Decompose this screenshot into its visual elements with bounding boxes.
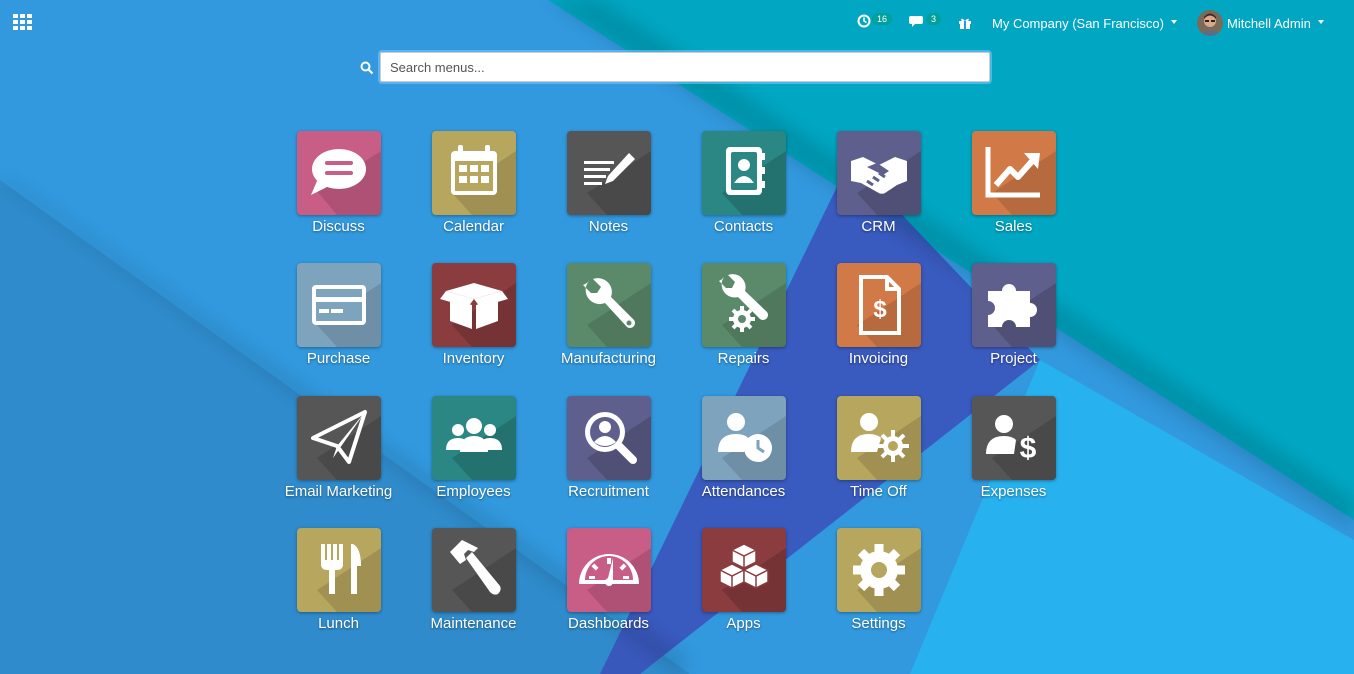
app-label: Expenses <box>980 483 1047 500</box>
app-apps[interactable]: Apps <box>676 528 811 653</box>
app-maintenance[interactable]: Maintenance <box>406 528 541 653</box>
app-expenses[interactable]: $ Expenses <box>946 396 1081 521</box>
app-lunch[interactable]: Lunch <box>271 528 406 653</box>
chart-line-icon <box>972 131 1056 215</box>
top-navbar: 16 3 My Company (San Francisco) Mitchell… <box>0 0 1354 46</box>
app-email-marketing[interactable]: Email Marketing <box>271 396 406 521</box>
activity-button[interactable]: 16 <box>857 0 893 46</box>
chat-icon <box>909 14 925 33</box>
credit-card-icon <box>297 263 381 347</box>
chat-bubble-icon <box>297 131 381 215</box>
app-label: Inventory <box>442 350 505 367</box>
user-sun-icon <box>837 396 921 480</box>
address-book-icon <box>702 131 786 215</box>
hammer-icon <box>432 528 516 612</box>
company-switcher[interactable]: My Company (San Francisco) <box>992 0 1177 46</box>
app-label: Email Marketing <box>284 483 393 500</box>
box-icon <box>432 263 516 347</box>
user-clock-icon <box>702 396 786 480</box>
app-project[interactable]: Project <box>946 263 1081 388</box>
users-icon <box>432 396 516 480</box>
svg-text:$: $ <box>1020 432 1037 465</box>
app-label: Apps <box>726 615 761 632</box>
app-label: Project <box>990 350 1037 367</box>
invoice-icon: $ <box>837 263 921 347</box>
app-invoicing[interactable]: $ Invoicing <box>811 263 946 388</box>
app-purchase[interactable]: Purchase <box>271 263 406 388</box>
app-label: Employees <box>436 483 511 500</box>
user-dollar-icon: $ <box>972 396 1056 480</box>
search-input[interactable] <box>380 52 990 82</box>
puzzle-icon <box>972 263 1056 347</box>
search-icon <box>360 61 374 75</box>
clock-icon <box>857 14 871 33</box>
messages-button[interactable]: 3 <box>909 0 942 46</box>
wrench-gear-icon <box>702 263 786 347</box>
app-time-off[interactable]: Time Off <box>811 396 946 521</box>
company-name: My Company (San Francisco) <box>992 15 1164 31</box>
magnifier-user-icon <box>567 396 651 480</box>
app-manufacturing[interactable]: Manufacturing <box>541 263 676 388</box>
app-label: Time Off <box>850 483 907 500</box>
paper-plane-icon <box>297 396 381 480</box>
app-label: Discuss <box>312 218 365 235</box>
app-repairs[interactable]: Repairs <box>676 263 811 388</box>
app-calendar[interactable]: Calendar <box>406 131 541 256</box>
messages-count-badge: 3 <box>926 13 942 25</box>
wrench-icon <box>567 263 651 347</box>
chevron-down-icon <box>1317 20 1324 24</box>
svg-text:$: $ <box>873 296 887 323</box>
grid-icon[interactable] <box>13 14 33 30</box>
app-label: Sales <box>994 218 1033 235</box>
cutlery-icon <box>297 528 381 612</box>
app-label: Lunch <box>318 615 359 632</box>
app-label: Invoicing <box>848 350 909 367</box>
app-sales[interactable]: Sales <box>946 131 1081 256</box>
notes-icon <box>567 131 651 215</box>
app-notes[interactable]: Notes <box>541 131 676 256</box>
app-settings[interactable]: Settings <box>811 528 946 653</box>
avatar <box>1197 10 1223 36</box>
user-name: Mitchell Admin <box>1227 15 1311 31</box>
app-label: Purchase <box>306 350 371 367</box>
activity-count-badge: 16 <box>872 13 893 25</box>
calendar-icon <box>432 131 516 215</box>
app-discuss[interactable]: Discuss <box>271 131 406 256</box>
cubes-icon <box>702 528 786 612</box>
app-recruitment[interactable]: Recruitment <box>541 396 676 521</box>
app-label: Dashboards <box>568 615 649 632</box>
gauge-icon <box>567 528 651 612</box>
app-label: Manufacturing <box>560 350 657 367</box>
handshake-icon <box>837 131 921 215</box>
app-label: Attendances <box>701 483 786 500</box>
app-contacts[interactable]: Contacts <box>676 131 811 256</box>
app-crm[interactable]: CRM <box>811 131 946 256</box>
app-label: Calendar <box>443 218 504 235</box>
gear-icon <box>837 528 921 612</box>
app-label: Notes <box>588 218 629 235</box>
app-inventory[interactable]: Inventory <box>406 263 541 388</box>
app-dashboards[interactable]: Dashboards <box>541 528 676 653</box>
app-label: Maintenance <box>430 615 517 632</box>
app-label: Settings <box>851 615 906 632</box>
app-employees[interactable]: Employees <box>406 396 541 521</box>
app-label: Contacts <box>713 218 774 235</box>
app-attendances[interactable]: Attendances <box>676 396 811 521</box>
app-label: Repairs <box>717 350 770 367</box>
user-menu[interactable]: Mitchell Admin <box>1197 0 1324 46</box>
app-label: CRM <box>861 218 896 235</box>
app-label: Recruitment <box>568 483 649 500</box>
chevron-down-icon <box>1170 20 1177 24</box>
gift-icon[interactable] <box>958 0 972 46</box>
